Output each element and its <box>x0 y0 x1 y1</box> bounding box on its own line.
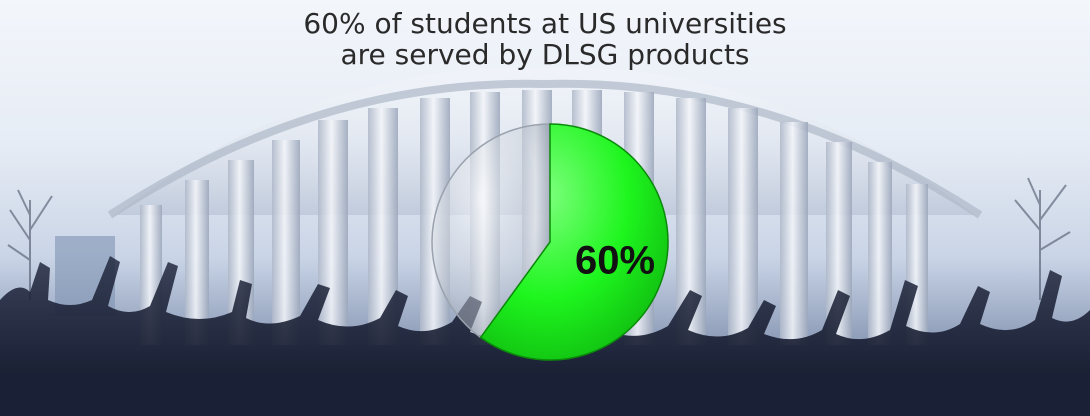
crowd-base <box>0 372 1090 416</box>
headline-line-1: 60% of students at US universities <box>303 7 787 40</box>
headline-line-2: are served by DLSG products <box>340 38 750 71</box>
pie-data-label: 60% <box>575 239 655 283</box>
infographic-banner: 60% of students at US universities are s… <box>0 0 1090 416</box>
headline: 60% of students at US universities are s… <box>0 8 1090 70</box>
pie-chart: 60% <box>431 123 669 361</box>
